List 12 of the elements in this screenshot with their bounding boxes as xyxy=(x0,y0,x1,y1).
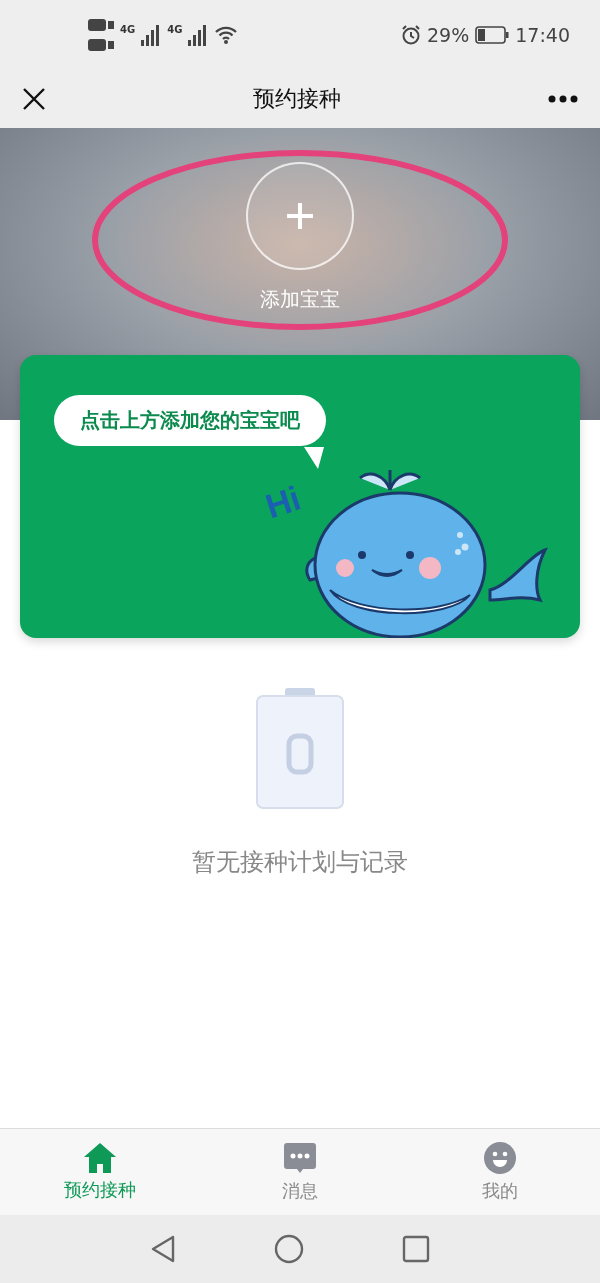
tab-bar-item[interactable]: 预约接种 xyxy=(0,1129,200,1215)
empty-message: 暂无接种计划与记录 xyxy=(192,847,408,878)
battery-percent: 29% xyxy=(427,24,470,46)
greeting-text: Hi xyxy=(260,478,306,527)
add-baby-label: 添加宝宝 xyxy=(260,286,340,313)
tab-bar-item[interactable]: 我的 xyxy=(400,1129,600,1215)
page-title: 预约接种 xyxy=(253,85,341,113)
clock-time: 17:40 xyxy=(515,24,570,46)
speech-bubble: 点击上方添加您的宝宝吧 xyxy=(54,395,326,446)
network-type: 4G xyxy=(120,24,136,35)
tab-bar-item[interactable]: 消息 xyxy=(200,1129,400,1215)
network-type: 4G xyxy=(167,24,183,35)
